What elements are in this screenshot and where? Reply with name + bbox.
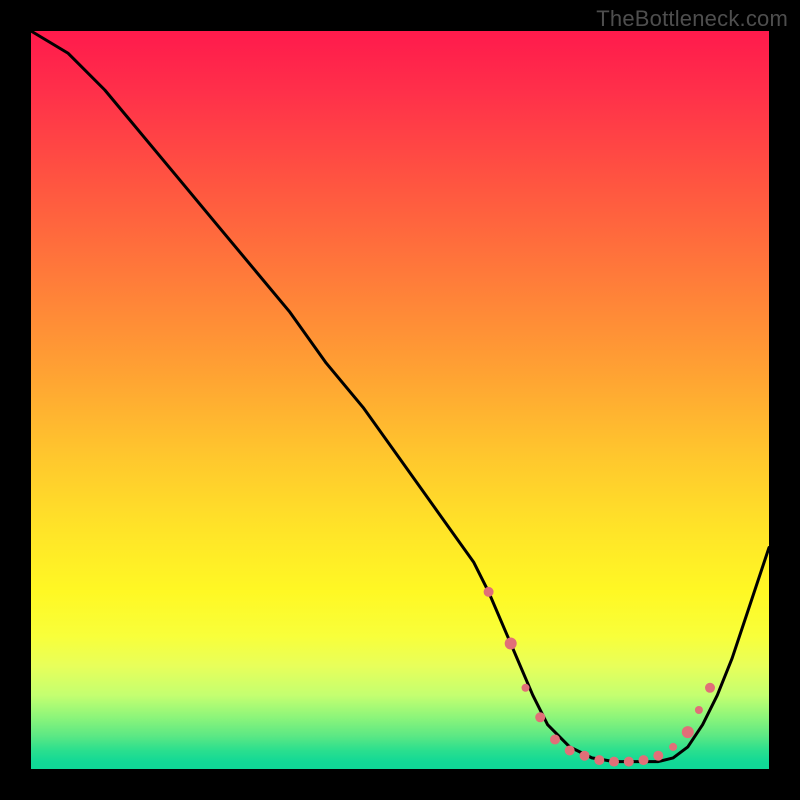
curve-dot <box>594 755 604 765</box>
curve-dot <box>653 751 663 761</box>
curve-dot <box>565 746 575 756</box>
curve-dot <box>609 757 619 767</box>
curve-dot <box>550 735 560 745</box>
curve-dot <box>580 751 590 761</box>
bottleneck-curve <box>31 31 769 762</box>
curve-dot <box>695 706 703 714</box>
curve-dot <box>705 683 715 693</box>
curve-dot <box>639 755 649 765</box>
chart-svg <box>31 31 769 769</box>
chart-plot-area <box>31 31 769 769</box>
curve-dot <box>535 712 545 722</box>
curve-dot <box>682 726 694 738</box>
curve-dot <box>522 684 530 692</box>
chart-frame: TheBottleneck.com <box>0 0 800 800</box>
curve-dot <box>505 638 517 650</box>
curve-dot <box>669 743 677 751</box>
curve-dot <box>484 587 494 597</box>
curve-dot <box>624 757 634 767</box>
watermark-text: TheBottleneck.com <box>596 6 788 32</box>
curve-dots <box>484 587 715 767</box>
